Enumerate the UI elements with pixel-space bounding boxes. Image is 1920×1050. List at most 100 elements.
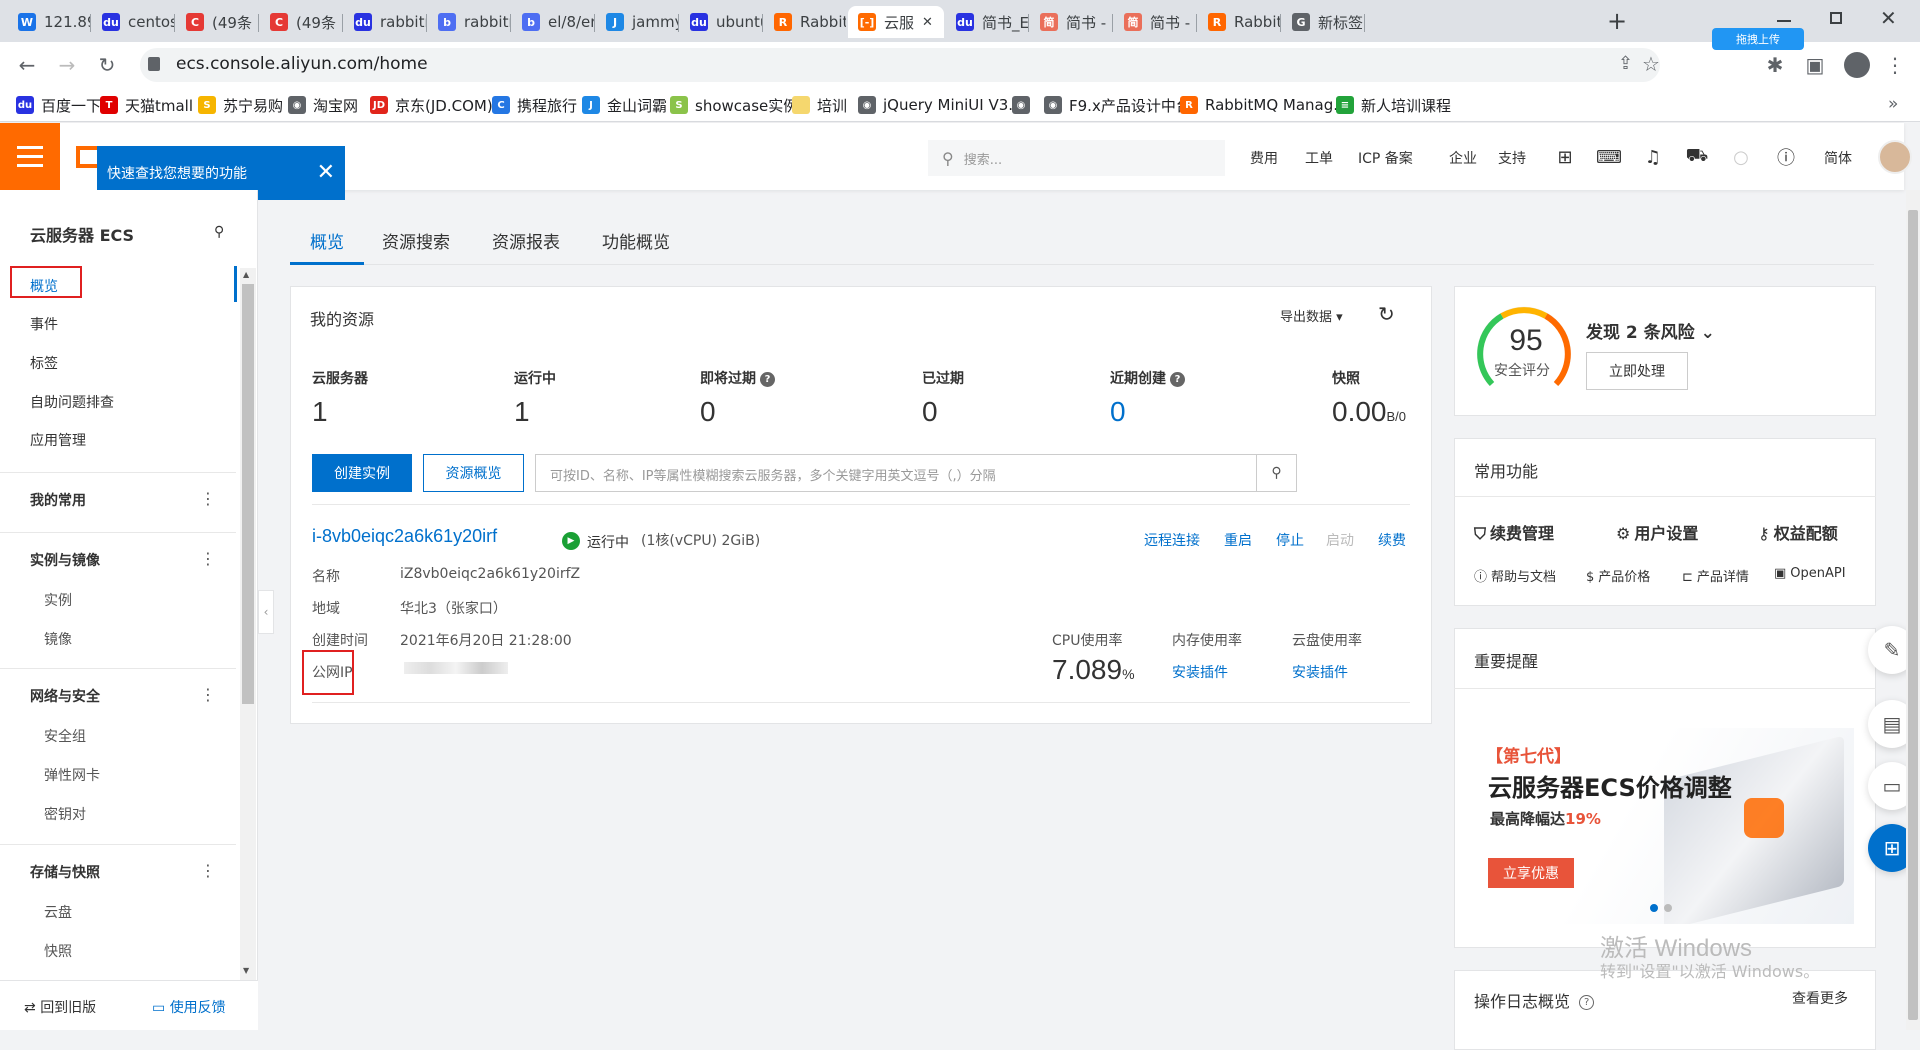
- browser-tab[interactable]: du ubuntu: [680, 6, 762, 38]
- bookmark-star-icon[interactable]: ☆: [1642, 52, 1660, 76]
- restore-icon[interactable]: [1830, 12, 1842, 24]
- feedback-link[interactable]: ▭ 使用反馈: [152, 997, 226, 1017]
- new-tab-button[interactable]: +: [1602, 6, 1632, 36]
- sidebar-item[interactable]: 应用管理: [30, 430, 86, 450]
- bookmark-item[interactable]: Sshowcase实例: [670, 94, 798, 116]
- common-sub-link[interactable]: ▣ OpenAPI: [1774, 566, 1846, 581]
- sidebar-scroll-thumb[interactable]: [242, 284, 254, 704]
- bookmarks-more[interactable]: »: [1888, 94, 1898, 114]
- common-sub-link[interactable]: ⓘ 帮助与文档: [1474, 566, 1556, 585]
- scroll-up-icon[interactable]: ▲: [243, 270, 249, 279]
- reload-icon[interactable]: ↻: [92, 50, 122, 80]
- sidebar-subitem[interactable]: 密钥对: [44, 804, 86, 824]
- sidebar-group-header[interactable]: 网络与安全: [30, 686, 100, 706]
- more-vertical-icon[interactable]: ⋮: [200, 861, 216, 880]
- browser-tab[interactable]: [-] 云服 ✕: [848, 6, 944, 38]
- bell-icon[interactable]: ♫: [1642, 146, 1664, 168]
- window-close-icon[interactable]: ✕: [1880, 6, 1897, 30]
- bookmark-item[interactable]: C 携程旅行: [492, 94, 577, 116]
- bookmark-item[interactable]: JD 京东(JD.COM): [370, 94, 493, 116]
- sidebar-item[interactable]: 自助问题排查: [30, 392, 114, 412]
- help-icon[interactable]: ?: [1170, 371, 1185, 387]
- sidebar-subitem[interactable]: 快照: [44, 941, 72, 961]
- instance-id-link[interactable]: i-8vb0eiqc2a6k61y20irf: [312, 526, 497, 547]
- browser-tab[interactable]: R Rabbit: [1198, 6, 1280, 38]
- sidebar-subitem[interactable]: 弹性网卡: [44, 765, 100, 785]
- bookmark-item[interactable]: ◉ F9.x产品设计中台: [1044, 94, 1191, 116]
- back-icon[interactable]: ←: [12, 50, 42, 80]
- promo-banner[interactable]: 【第七代】 云服务器ECS价格调整 最高降幅达19% 立享优惠: [1474, 728, 1854, 924]
- sidebar-group-header[interactable]: 我的常用: [30, 490, 86, 510]
- help-icon[interactable]: ⓘ: [1775, 146, 1797, 169]
- language-switch[interactable]: 简体: [1824, 148, 1852, 168]
- bookmark-item[interactable]: du 百度一下: [16, 94, 101, 116]
- cart-icon[interactable]: ⛟: [1686, 145, 1709, 168]
- sidebar-subitem[interactable]: 镜像: [44, 629, 72, 649]
- carousel-dot[interactable]: [1664, 904, 1672, 912]
- main-tab[interactable]: 功能概览: [602, 228, 670, 253]
- bookmark-item[interactable]: ≡ 新人培训课程: [1336, 94, 1451, 116]
- browser-tab[interactable]: 简简书 -: [1114, 6, 1196, 38]
- back-old-version-link[interactable]: ⇄ 回到旧版: [24, 997, 96, 1017]
- common-function-link[interactable]: ⚷ 权益配额: [1758, 520, 1838, 544]
- instance-action-link[interactable]: 启动: [1326, 530, 1354, 550]
- bookmark-item[interactable]: 培训: [792, 94, 847, 116]
- browser-menu-icon[interactable]: ⋮: [1880, 50, 1910, 80]
- bookmark-item[interactable]: ◉: [1012, 94, 1037, 116]
- browser-tab[interactable]: C (49条: [260, 6, 342, 38]
- browser-tab[interactable]: du centos: [92, 6, 174, 38]
- disk-install-plugin-link[interactable]: 安装插件: [1292, 662, 1348, 682]
- browser-tab[interactable]: du 简书_E: [946, 6, 1028, 38]
- create-instance-button[interactable]: 创建实例: [312, 454, 412, 492]
- instance-action-link[interactable]: 远程连接: [1144, 530, 1200, 550]
- risk-count-dropdown[interactable]: 发现 2 条风险 ⌄: [1586, 318, 1715, 343]
- sidebar-subitem[interactable]: 云盘: [44, 902, 72, 922]
- bookmark-item[interactable]: ◉ 淘宝网: [288, 94, 358, 116]
- top-nav-item[interactable]: 企业: [1449, 148, 1477, 168]
- sidebar-item[interactable]: 标签: [30, 353, 58, 373]
- browser-tab[interactable]: 简简书 -: [1030, 6, 1112, 38]
- terminal-icon[interactable]: ⌨: [1596, 146, 1622, 168]
- sidebar-subitem[interactable]: 实例: [44, 590, 72, 610]
- browser-tab[interactable]: G 新标签: [1282, 6, 1364, 38]
- more-vertical-icon[interactable]: ⋮: [200, 685, 216, 704]
- browser-tab[interactable]: b el/8/er: [512, 6, 594, 38]
- minimize-icon[interactable]: [1777, 20, 1791, 22]
- sidebar-collapse-handle[interactable]: ‹: [258, 590, 274, 634]
- side-panel-icon[interactable]: ▣: [1800, 50, 1830, 80]
- browser-tab[interactable]: C (49条: [176, 6, 258, 38]
- top-nav-item[interactable]: 支持: [1498, 148, 1526, 168]
- sidebar-group-header[interactable]: 存储与快照: [30, 862, 100, 882]
- user-avatar[interactable]: [1878, 140, 1912, 174]
- tab-close-icon[interactable]: ✕: [922, 15, 933, 30]
- top-nav-item[interactable]: 工单: [1305, 148, 1333, 168]
- browser-tab[interactable]: du rabbitr: [344, 6, 426, 38]
- memory-install-plugin-link[interactable]: 安装插件: [1172, 662, 1228, 682]
- help-icon[interactable]: ?: [760, 371, 775, 387]
- sidebar-group-header[interactable]: 实例与镜像: [30, 550, 100, 570]
- more-vertical-icon[interactable]: ⋮: [200, 489, 216, 508]
- instance-action-link[interactable]: 续费: [1378, 530, 1406, 550]
- common-sub-link[interactable]: $ 产品价格: [1586, 566, 1650, 585]
- resource-overview-button[interactable]: 资源概览: [423, 454, 524, 492]
- instance-action-link[interactable]: 停止: [1276, 530, 1304, 550]
- address-bar[interactable]: ecs.console.aliyun.com/home ⇪ ☆: [140, 48, 1660, 82]
- top-nav-item[interactable]: ICP 备案: [1358, 148, 1413, 168]
- scroll-down-icon[interactable]: ▼: [243, 966, 249, 975]
- browser-tab[interactable]: Jjammy: [596, 6, 678, 38]
- tooltip-close-icon[interactable]: ✕: [317, 160, 335, 185]
- profile-avatar[interactable]: [1844, 52, 1870, 78]
- filter-search-icon[interactable]: ⚲: [1256, 455, 1296, 491]
- view-more-link[interactable]: 查看更多: [1792, 988, 1848, 1008]
- sidebar-item[interactable]: 事件: [30, 314, 58, 334]
- main-tab[interactable]: 资源报表: [492, 228, 560, 253]
- sidebar-search-icon[interactable]: ⚲: [214, 224, 224, 240]
- instance-action-link[interactable]: 重启: [1224, 530, 1252, 550]
- browser-tab[interactable]: b rabbitr: [428, 6, 510, 38]
- sidebar-subitem[interactable]: 安全组: [44, 726, 86, 746]
- common-function-link[interactable]: ⛉ 续费管理: [1474, 520, 1554, 544]
- console-search-input[interactable]: ⚲ 搜索...: [928, 140, 1225, 176]
- more-vertical-icon[interactable]: ⋮: [200, 549, 216, 568]
- bookmark-item[interactable]: R RabbitMQ Manag...: [1180, 94, 1348, 116]
- bulb-icon[interactable]: ○: [1730, 146, 1752, 168]
